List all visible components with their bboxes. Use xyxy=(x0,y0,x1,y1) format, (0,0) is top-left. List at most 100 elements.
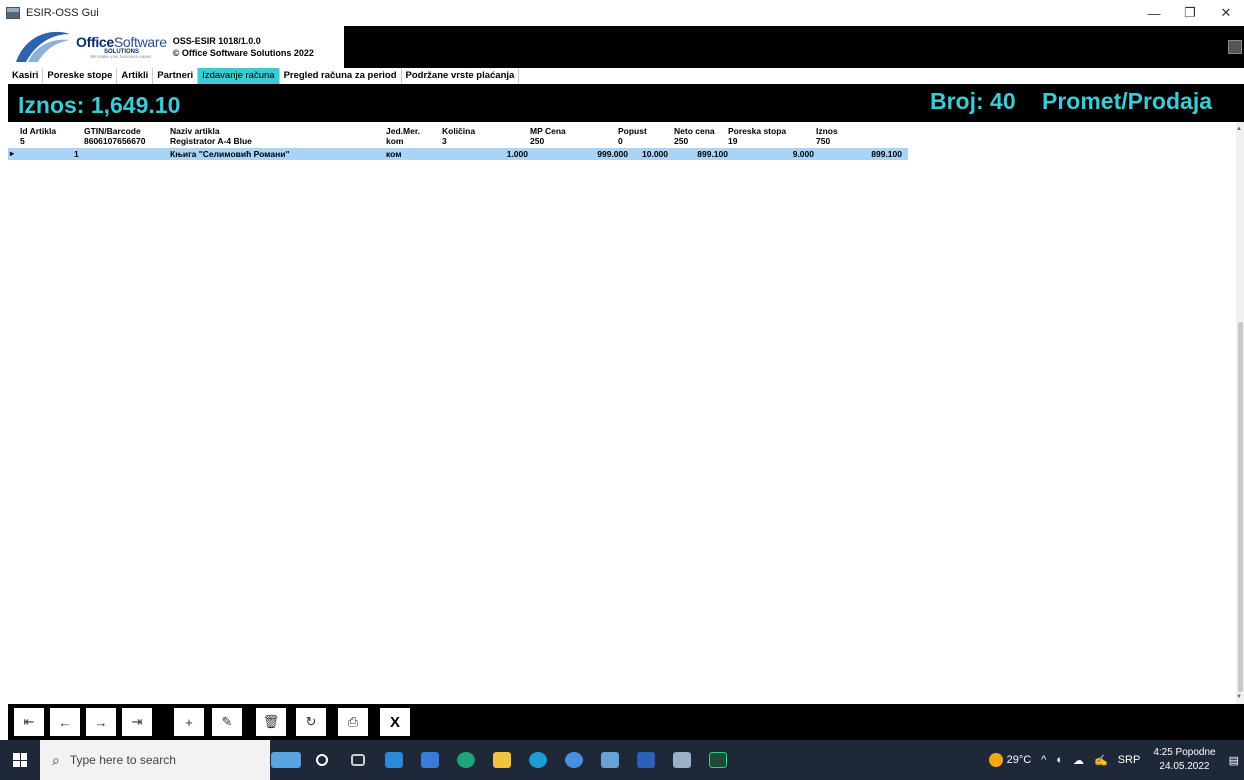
next-record-button[interactable]: → xyxy=(86,708,116,736)
news-widget-icon[interactable] xyxy=(268,740,304,780)
cell-name: Registrator A-4 Blue xyxy=(170,136,252,146)
cell-mp-price: 250 xyxy=(530,136,545,146)
network-icon[interactable]: ◐ xyxy=(1056,754,1063,766)
column-header[interactable]: Popust xyxy=(618,126,647,136)
totals-bar: Iznos: 1,649.10 Broj: 40 Promet/Prodaja xyxy=(8,84,1244,122)
clock[interactable]: 4:25 Popodne 24.05.2022 xyxy=(1153,746,1215,774)
weather[interactable]: 29°C xyxy=(988,753,1032,767)
cortana-icon[interactable] xyxy=(304,740,340,780)
weather-temp: 29°C xyxy=(1006,753,1032,766)
task-view-icon[interactable] xyxy=(340,740,376,780)
restore-button[interactable]: ❐ xyxy=(1172,0,1208,26)
start-button[interactable] xyxy=(0,740,40,780)
cell-unit: ком xyxy=(386,149,402,159)
cell-net-price: 250 xyxy=(674,136,689,146)
language-indicator[interactable]: SRP xyxy=(1118,754,1141,766)
column-header[interactable]: Id Artikla xyxy=(20,126,56,136)
table-row-selected[interactable]: ▸ 1 Књига "Селимовић Романи" ком 1.000 9… xyxy=(8,148,908,160)
windows-logo-icon xyxy=(13,753,27,767)
scroll-up-icon[interactable]: ▲ xyxy=(1236,126,1242,132)
cell-name: Књига "Селимовић Романи" xyxy=(170,149,290,159)
clock-date: 24.05.2022 xyxy=(1159,761,1210,772)
tab-artikli[interactable]: Artikli xyxy=(117,68,154,84)
logo-brand-bold: Office xyxy=(76,33,114,50)
search-icon: ⌕ xyxy=(52,751,60,768)
clock-time: 4:25 Popodne xyxy=(1153,747,1216,758)
add-button[interactable]: + xyxy=(174,708,204,736)
logo-brand-light: Software xyxy=(113,33,167,50)
weather-icon xyxy=(988,753,1003,767)
cell-unit: kom xyxy=(386,136,404,146)
minimize-button[interactable]: — xyxy=(1136,0,1172,26)
window-controls: — ❐ ✕ xyxy=(1136,0,1244,26)
cell-net-price: 899.100 xyxy=(697,149,728,159)
print-button[interactable]: ⎙ xyxy=(338,708,368,736)
esir-app-icon[interactable] xyxy=(664,740,700,780)
logo-tagline: We make your business easier xyxy=(90,53,152,59)
close-button[interactable]: X xyxy=(380,708,410,736)
edge-dev-icon[interactable] xyxy=(448,740,484,780)
word-icon[interactable] xyxy=(628,740,664,780)
close-window-button[interactable]: ✕ xyxy=(1208,0,1244,26)
terminal-icon[interactable] xyxy=(700,740,736,780)
column-header[interactable]: Iznos xyxy=(816,126,838,136)
tab-poreske-stope[interactable]: Poreske stope xyxy=(43,68,118,84)
system-tray: 29°C ^ ◐ ☁ ✍ SRP 4:25 Popodne 24.05.2022… xyxy=(984,740,1244,780)
row-selector-icon: ▸ xyxy=(10,149,15,158)
total-amount: Iznos: 1,649.10 xyxy=(18,92,181,118)
app-header: OfficeSoftware SOLUTIONS We make your bu… xyxy=(8,26,1244,68)
cell-id: 5 xyxy=(20,136,25,146)
tab-izdavanje-racuna[interactable]: Izdavanje računa xyxy=(198,68,280,84)
edit-button[interactable]: ✎ xyxy=(212,708,242,736)
delete-button[interactable]: 🗑 xyxy=(256,708,286,736)
cell-tax-rate: 9.000 xyxy=(792,149,814,159)
column-header[interactable]: Naziv artikla xyxy=(170,126,220,136)
cell-quantity: 3 xyxy=(442,136,447,146)
taskbar-search[interactable]: ⌕ Type here to search xyxy=(40,740,270,780)
notifications-icon[interactable]: ▤ xyxy=(1229,754,1239,767)
cell-mp-price: 999.000 xyxy=(597,149,628,159)
receipt-number: Broj: 40 xyxy=(930,88,1016,114)
cell-tax-rate: 19 xyxy=(728,136,738,146)
cell-amount: 899.100 xyxy=(871,149,902,159)
prev-record-button[interactable]: ← xyxy=(50,708,80,736)
keyboard-icon[interactable] xyxy=(1228,40,1242,54)
grid-header: Id Artikla GTIN/Barcode Naziv artikla Je… xyxy=(8,126,908,136)
cell-discount: 0 xyxy=(618,136,623,146)
column-header[interactable]: Poreska stopa xyxy=(728,126,786,136)
search-placeholder: Type here to search xyxy=(69,753,176,767)
title-bar: ESIR-OSS Gui — ❐ ✕ xyxy=(0,0,1244,26)
items-grid[interactable]: Id Artikla GTIN/Barcode Naziv artikla Je… xyxy=(8,122,1236,704)
refresh-button[interactable]: ↻ xyxy=(296,708,326,736)
column-header[interactable]: MP Cena xyxy=(530,126,566,136)
tab-kasiri[interactable]: Kasiri xyxy=(8,68,44,84)
chrome-icon[interactable] xyxy=(556,740,592,780)
scroll-thumb[interactable] xyxy=(1238,322,1243,692)
app-icon-blue[interactable] xyxy=(592,740,628,780)
last-record-button[interactable]: ⇥ xyxy=(122,708,152,736)
column-header[interactable]: Jed.Mer. xyxy=(386,126,420,136)
mail-icon[interactable] xyxy=(376,740,412,780)
tab-pregled-racuna[interactable]: Pregled računa za period xyxy=(280,68,402,84)
navigation-toolbar: ⇤ ← → ⇥ + ✎ 🗑 ↻ ⎙ X xyxy=(8,704,1244,740)
company-logo: OfficeSoftware SOLUTIONS We make your bu… xyxy=(8,26,344,68)
tab-vrste-placanja[interactable]: Podržane vrste plaćanja xyxy=(402,68,520,84)
cell-discount: 10.000 xyxy=(642,149,668,159)
store-icon[interactable] xyxy=(412,740,448,780)
copyright-line: © Office Software Solutions 2022 xyxy=(172,48,314,58)
chevron-up-icon[interactable]: ^ xyxy=(1041,754,1046,766)
column-header[interactable]: Neto cena xyxy=(674,126,715,136)
scroll-down-icon[interactable]: ▼ xyxy=(1236,694,1242,700)
first-record-button[interactable]: ⇤ xyxy=(14,708,44,736)
edge-icon[interactable] xyxy=(520,740,556,780)
column-header[interactable]: Količina xyxy=(442,126,475,136)
cell-gtin: 8606107656670 xyxy=(84,136,146,146)
table-row[interactable]: 5 8606107656670 Registrator A-4 Blue kom… xyxy=(8,136,908,146)
pen-icon[interactable]: ✍ xyxy=(1094,754,1108,767)
file-explorer-icon[interactable] xyxy=(484,740,520,780)
cell-amount: 750 xyxy=(816,136,831,146)
cloud-icon[interactable]: ☁ xyxy=(1073,754,1084,767)
column-header[interactable]: GTIN/Barcode xyxy=(84,126,141,136)
tab-partneri[interactable]: Partneri xyxy=(153,68,199,84)
cell-id: 1 xyxy=(74,149,79,159)
